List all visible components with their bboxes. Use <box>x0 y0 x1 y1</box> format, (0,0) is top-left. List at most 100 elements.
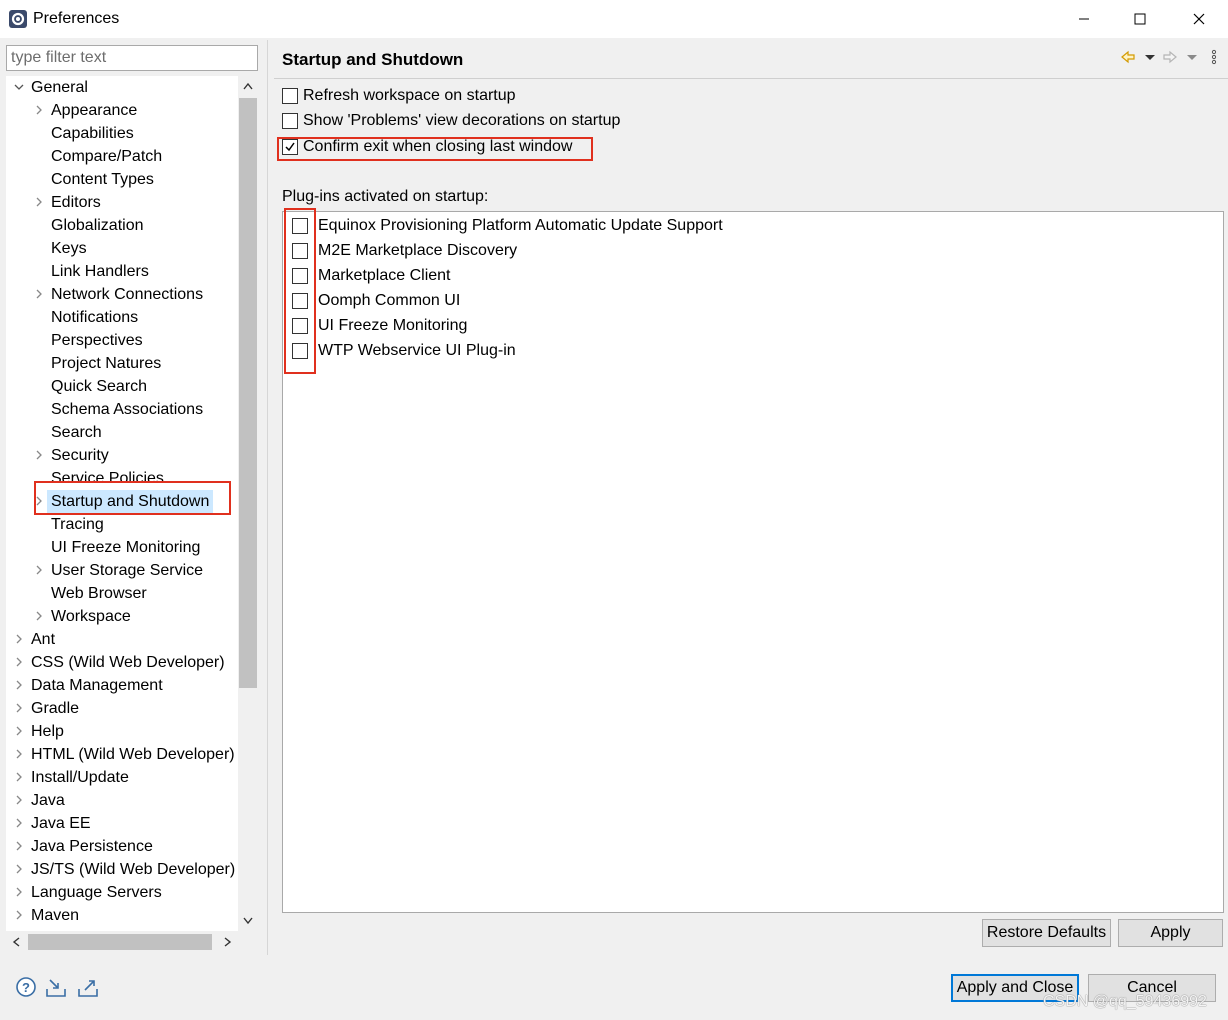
option-refresh-workspace[interactable]: Refresh workspace on startup <box>282 85 642 107</box>
scroll-thumb[interactable] <box>239 98 257 688</box>
chevron-right-icon[interactable] <box>14 726 24 736</box>
tree-item-web-browser[interactable]: Web Browser <box>6 582 238 605</box>
chevron-right-icon[interactable] <box>14 680 24 690</box>
forward-button[interactable] <box>1162 49 1178 65</box>
tree-item-ant[interactable]: Ant <box>6 628 238 651</box>
dropdown-arrow-icon <box>1187 55 1197 60</box>
plugin-item[interactable]: Oomph Common UI <box>292 290 992 312</box>
chevron-right-icon[interactable] <box>14 795 24 805</box>
tree-item-tracing[interactable]: Tracing <box>6 513 238 536</box>
chevron-right-icon[interactable] <box>34 105 44 115</box>
tree-item-help[interactable]: Help <box>6 720 238 743</box>
tree-item-data-management[interactable]: Data Management <box>6 674 238 697</box>
restore-defaults-button[interactable]: Restore Defaults <box>982 919 1111 947</box>
tree-item-label: Web Browser <box>51 585 147 602</box>
chevron-right-icon[interactable] <box>14 910 24 920</box>
app-gear-icon <box>8 9 28 29</box>
chevron-right-icon[interactable] <box>34 197 44 207</box>
plugin-item[interactable]: WTP Webservice UI Plug-in <box>292 340 992 362</box>
chevron-right-icon[interactable] <box>14 634 24 644</box>
chevron-right-icon[interactable] <box>14 657 24 667</box>
tree-vertical-scrollbar[interactable] <box>238 76 258 931</box>
plugin-item[interactable]: M2E Marketplace Discovery <box>292 240 992 262</box>
tree-item-java-ee[interactable]: Java EE <box>6 812 238 835</box>
tree-item-globalization[interactable]: Globalization <box>6 214 238 237</box>
tree-item-ui-freeze-monitoring[interactable]: UI Freeze Monitoring <box>6 536 238 559</box>
scroll-thumb[interactable] <box>28 934 212 950</box>
filter-input[interactable] <box>6 45 258 71</box>
tree-item-security[interactable]: Security <box>6 444 238 467</box>
chevron-right-icon[interactable] <box>14 703 24 713</box>
tree-item-perspectives[interactable]: Perspectives <box>6 329 238 352</box>
chevron-right-icon[interactable] <box>14 749 24 759</box>
tree-item-editors[interactable]: Editors <box>6 191 238 214</box>
tree-item-workspace[interactable]: Workspace <box>6 605 238 628</box>
scroll-up-button[interactable] <box>238 76 258 96</box>
chevron-right-icon[interactable] <box>14 818 24 828</box>
tree-item-link-handlers[interactable]: Link Handlers <box>6 260 238 283</box>
checkbox[interactable] <box>282 113 298 129</box>
help-button[interactable]: ? <box>15 976 37 998</box>
back-history-dropdown[interactable] <box>1142 49 1158 65</box>
tree-item-label: Language Servers <box>31 884 162 901</box>
option-show-problems-decorations[interactable]: Show 'Problems' view decorations on star… <box>282 110 642 132</box>
scroll-left-button[interactable] <box>6 932 26 952</box>
tree-item-quick-search[interactable]: Quick Search <box>6 375 238 398</box>
chevron-right-icon[interactable] <box>14 864 24 874</box>
plugins-list[interactable]: Equinox Provisioning Platform Automatic … <box>282 211 1224 913</box>
tree-item-schema-associations[interactable]: Schema Associations <box>6 398 238 421</box>
tree-item-html-wild-web-developer[interactable]: HTML (Wild Web Developer) <box>6 743 238 766</box>
chevron-right-icon[interactable] <box>14 841 24 851</box>
tree-item-notifications[interactable]: Notifications <box>6 306 238 329</box>
tree-item-capabilities[interactable]: Capabilities <box>6 122 238 145</box>
plugin-item[interactable]: Marketplace Client <box>292 265 992 287</box>
scroll-right-button[interactable] <box>218 932 238 952</box>
apply-button[interactable]: Apply <box>1118 919 1223 947</box>
chevron-right-icon[interactable] <box>34 565 44 575</box>
tree-item-network-connections[interactable]: Network Connections <box>6 283 238 306</box>
tree-item-keys[interactable]: Keys <box>6 237 238 260</box>
chevron-right-icon[interactable] <box>14 772 24 782</box>
tree-item-appearance[interactable]: Appearance <box>6 99 238 122</box>
tree-item-install-update[interactable]: Install/Update <box>6 766 238 789</box>
checkbox[interactable] <box>282 88 298 104</box>
tree-item-compare-patch[interactable]: Compare/Patch <box>6 145 238 168</box>
forward-history-dropdown[interactable] <box>1184 49 1200 65</box>
chevron-right-icon[interactable] <box>34 450 44 460</box>
scroll-down-button[interactable] <box>238 911 258 931</box>
back-arrow-icon <box>1121 50 1135 64</box>
tree-item-user-storage-service[interactable]: User Storage Service <box>6 559 238 582</box>
minimize-button[interactable] <box>1055 4 1113 34</box>
import-button[interactable] <box>45 976 67 998</box>
pane-divider[interactable] <box>267 40 268 955</box>
tree-item-java[interactable]: Java <box>6 789 238 812</box>
tree-item-language-servers[interactable]: Language Servers <box>6 881 238 904</box>
tree-item-maven[interactable]: Maven <box>6 904 238 927</box>
back-button[interactable] <box>1120 49 1136 65</box>
plugin-item[interactable]: UI Freeze Monitoring <box>292 315 992 337</box>
tree-item-js-ts-wild-web-developer[interactable]: JS/TS (Wild Web Developer) <box>6 858 238 881</box>
view-menu-button[interactable] <box>1206 49 1222 65</box>
tree-item-general[interactable]: General <box>6 76 238 99</box>
tree-item-css-wild-web-developer[interactable]: CSS (Wild Web Developer) <box>6 651 238 674</box>
maximize-icon <box>1134 13 1146 25</box>
export-button[interactable] <box>77 976 99 998</box>
tree-item-label: Java <box>31 792 65 809</box>
chevron-right-icon[interactable] <box>14 887 24 897</box>
tree-item-label: User Storage Service <box>51 562 204 579</box>
tree-item-gradle[interactable]: Gradle <box>6 697 238 720</box>
chevron-left-icon <box>12 937 20 947</box>
tree-item-search[interactable]: Search <box>6 421 238 444</box>
tree-horizontal-scrollbar[interactable] <box>6 932 238 952</box>
plugin-item[interactable]: Equinox Provisioning Platform Automatic … <box>292 215 992 237</box>
chevron-right-icon[interactable] <box>34 289 44 299</box>
tree-item-content-types[interactable]: Content Types <box>6 168 238 191</box>
export-icon <box>78 980 98 997</box>
chevron-down-icon[interactable] <box>14 82 24 92</box>
tree-item-project-natures[interactable]: Project Natures <box>6 352 238 375</box>
chevron-right-icon[interactable] <box>34 611 44 621</box>
maximize-button[interactable] <box>1111 4 1169 34</box>
tree-item-java-persistence[interactable]: Java Persistence <box>6 835 238 858</box>
tree-item-label: Globalization <box>51 217 144 234</box>
close-button[interactable] <box>1170 4 1228 34</box>
